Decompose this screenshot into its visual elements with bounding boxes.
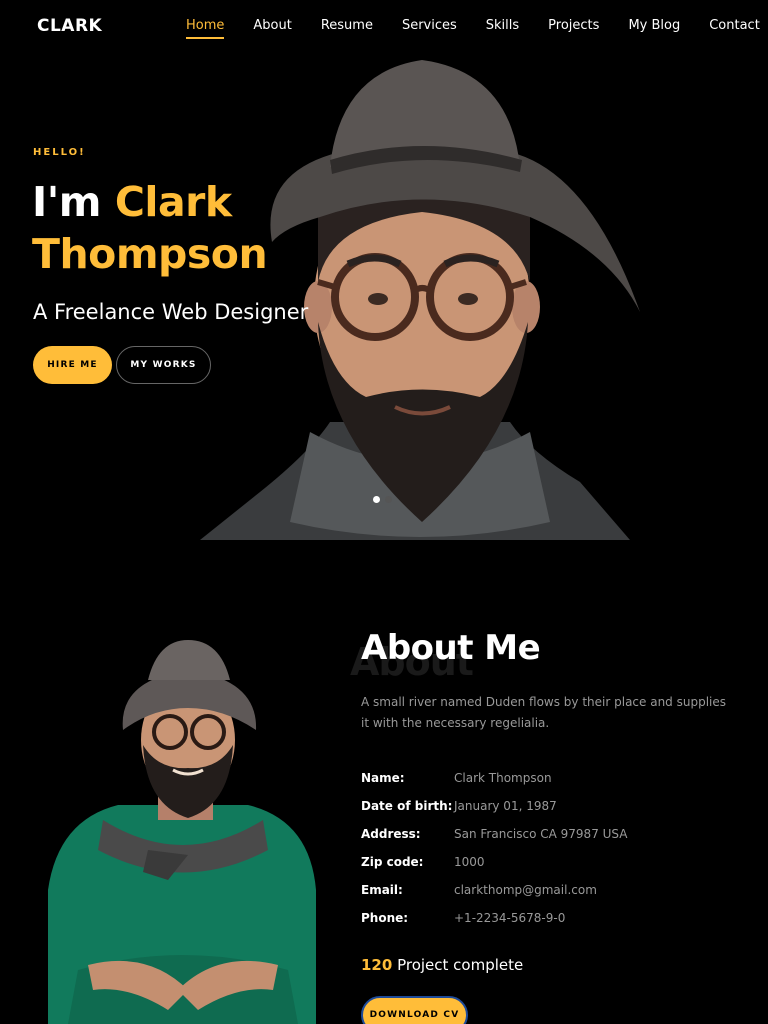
hero-section: HELLO! I'm Clark Thompson A Freelance We… bbox=[0, 52, 768, 540]
info-value: clarkthomp@gmail.com bbox=[454, 883, 597, 897]
brand-logo[interactable]: CLARK bbox=[37, 16, 102, 36]
info-value: 1000 bbox=[454, 855, 485, 869]
top-navbar: CLARK Home About Resume Services Skills … bbox=[0, 0, 768, 52]
my-works-button[interactable]: MY WORKS bbox=[116, 346, 211, 384]
slider-dot-1[interactable] bbox=[373, 496, 380, 503]
nav-item-projects[interactable]: Projects bbox=[548, 18, 599, 33]
slider-dots bbox=[373, 496, 392, 503]
info-label: Name: bbox=[361, 771, 405, 785]
projects-label: Project complete bbox=[397, 956, 524, 974]
info-label: Zip code: bbox=[361, 855, 424, 869]
nav-item-skills[interactable]: Skills bbox=[486, 18, 519, 33]
about-portrait-image bbox=[48, 640, 316, 1024]
hero-subtitle: A Freelance Web Designer bbox=[33, 300, 309, 324]
info-label: Email: bbox=[361, 883, 403, 897]
hero-portrait-image bbox=[200, 60, 640, 540]
hero-first-name: Clark bbox=[114, 178, 232, 226]
personal-info-list: Name: Clark Thompson Date of birth: Janu… bbox=[361, 764, 741, 932]
download-cv-button[interactable]: DOWNLOAD CV bbox=[361, 996, 468, 1024]
hire-me-button[interactable]: HIRE ME bbox=[33, 346, 112, 384]
info-row-phone: Phone: +1-2234-5678-9-0 bbox=[361, 904, 741, 932]
info-value: Clark Thompson bbox=[454, 771, 552, 785]
info-row-email: Email: clarkthomp@gmail.com bbox=[361, 876, 741, 904]
nav-item-home[interactable]: Home bbox=[186, 18, 225, 39]
hero-greeting: HELLO! bbox=[33, 147, 86, 158]
nav-item-about[interactable]: About bbox=[253, 18, 291, 33]
info-row-name: Name: Clark Thompson bbox=[361, 764, 741, 792]
info-label: Address: bbox=[361, 827, 421, 841]
info-row-zip: Zip code: 1000 bbox=[361, 848, 741, 876]
hero-title-prefix: I'm bbox=[32, 178, 102, 226]
about-description: A small river named Duden flows by their… bbox=[361, 695, 727, 730]
projects-count: 120 bbox=[361, 956, 393, 974]
nav-item-blog[interactable]: My Blog bbox=[628, 18, 680, 33]
hero-title: I'm Clark Thompson bbox=[32, 176, 268, 280]
info-row-address: Address: San Francisco CA 97987 USA bbox=[361, 820, 741, 848]
main-menu: Home About Resume Services Skills Projec… bbox=[186, 18, 768, 39]
about-heading: About Me bbox=[361, 628, 541, 668]
info-value: San Francisco CA 97987 USA bbox=[454, 827, 628, 841]
nav-item-resume[interactable]: Resume bbox=[321, 18, 373, 33]
info-value: +1-2234-5678-9-0 bbox=[454, 911, 566, 925]
nav-item-contact[interactable]: Contact bbox=[709, 18, 760, 33]
projects-complete-stat: 120 Project complete bbox=[361, 956, 523, 974]
nav-item-services[interactable]: Services bbox=[402, 18, 457, 33]
info-label: Date of birth: bbox=[361, 799, 453, 813]
info-value: January 01, 1987 bbox=[454, 799, 557, 813]
hero-last-name: Thompson bbox=[32, 230, 268, 278]
info-label: Phone: bbox=[361, 911, 409, 925]
slider-dot-2[interactable] bbox=[385, 496, 392, 503]
info-row-birth: Date of birth: January 01, 1987 bbox=[361, 792, 741, 820]
